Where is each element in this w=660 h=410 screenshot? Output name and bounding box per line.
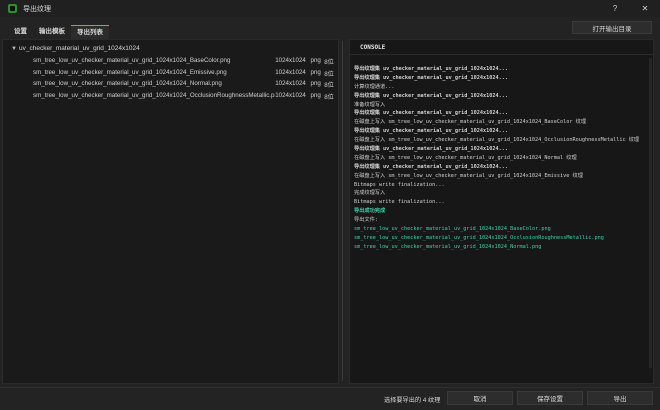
- console-line: 在磁盘上写入 sm_tree_low_uv_checker_material_u…: [354, 154, 577, 161]
- console-panel: CONSOLE 导出纹理集 uv_checker_material_uv_gri…: [349, 39, 654, 384]
- window-title: 导出纹理: [23, 5, 51, 13]
- panel-splitter-handle[interactable]: [341, 41, 346, 381]
- console-line: sm_tree_low_uv_checker_material_uv_grid_…: [354, 234, 604, 241]
- chevron-down-icon[interactable]: ▼: [11, 46, 19, 52]
- file-name: sm_tree_low_uv_checker_material_uv_grid_…: [33, 57, 231, 64]
- tab-settings[interactable]: 设置: [8, 25, 33, 39]
- file-row[interactable]: sm_tree_low_uv_checker_material_uv_grid_…: [33, 80, 336, 89]
- file-row[interactable]: sm_tree_low_uv_checker_material_uv_grid_…: [33, 69, 336, 78]
- dialog-body: 设置 输出模板 导出列表 打开输出目录 ▼ uv_checker_materia…: [0, 17, 660, 410]
- file-format: png: [310, 69, 321, 76]
- file-bit-depth: 8位: [324, 59, 334, 66]
- console-line: 导出成功完成: [354, 208, 386, 215]
- texture-set-label: uv_checker_material_uv_grid_1024x1024: [19, 45, 140, 52]
- window-controls: ? ✕: [600, 0, 660, 17]
- console-line: 在磁盘上写入 sm_tree_low_uv_checker_material_u…: [354, 172, 583, 179]
- file-name: sm_tree_low_uv_checker_material_uv_grid_…: [33, 80, 222, 87]
- console-line: 导出纹理集 uv_checker_material_uv_grid_1024x1…: [354, 163, 508, 170]
- console-line: sm_tree_low_uv_checker_material_uv_grid_…: [354, 243, 542, 250]
- title-bar: 导出纹理 ? ✕: [0, 0, 660, 17]
- tab-output-template[interactable]: 输出模板: [33, 25, 71, 39]
- console-log: 导出纹理集 uv_checker_material_uv_grid_1024x1…: [354, 65, 650, 383]
- help-button[interactable]: ?: [600, 0, 630, 17]
- file-row[interactable]: sm_tree_low_uv_checker_material_uv_grid_…: [33, 92, 336, 101]
- console-line: Bitmaps write finalization...: [354, 181, 445, 188]
- console-line: 导出纹理集 uv_checker_material_uv_grid_1024x1…: [354, 146, 508, 153]
- file-resolution: 1024x1024: [275, 92, 306, 99]
- console-line: 导出纹理集 uv_checker_material_uv_grid_1024x1…: [354, 74, 508, 81]
- selection-status: 选择要导出的 4 纹理: [384, 397, 441, 404]
- file-bit-depth: 8位: [324, 82, 334, 89]
- export-button[interactable]: 导出: [587, 391, 653, 405]
- tab-export-list[interactable]: 导出列表: [71, 25, 109, 39]
- console-title: CONSOLE: [350, 40, 653, 55]
- console-line: 计算纹理通道...: [354, 83, 395, 90]
- app-icon: [8, 4, 17, 13]
- tab-bar: 设置 输出模板 导出列表: [8, 25, 109, 39]
- file-resolution: 1024x1024: [275, 80, 306, 87]
- file-name: sm_tree_low_uv_checker_material_uv_grid_…: [33, 69, 227, 76]
- console-line: 完成纹理写入: [354, 190, 386, 197]
- console-line: 导出文件:: [354, 217, 378, 224]
- file-resolution: 1024x1024: [275, 69, 306, 76]
- console-line: 导出纹理集 uv_checker_material_uv_grid_1024x1…: [354, 128, 508, 135]
- console-line: sm_tree_low_uv_checker_material_uv_grid_…: [354, 226, 551, 233]
- close-button[interactable]: ✕: [630, 0, 660, 17]
- cancel-button[interactable]: 取消: [447, 391, 513, 405]
- save-settings-button[interactable]: 保存设置: [517, 391, 583, 405]
- texture-set-node[interactable]: ▼ uv_checker_material_uv_grid_1024x1024: [11, 45, 140, 52]
- console-line: 在磁盘上写入 sm_tree_low_uv_checker_material_u…: [354, 137, 640, 144]
- file-name: sm_tree_low_uv_checker_material_uv_grid_…: [33, 92, 276, 99]
- console-line: 导出纹理集 uv_checker_material_uv_grid_1024x1…: [354, 110, 508, 117]
- file-resolution: 1024x1024: [275, 57, 306, 64]
- open-output-folder-button[interactable]: 打开输出目录: [572, 21, 652, 34]
- footer-bar: 选择要导出的 4 纹理 取消 保存设置 导出: [0, 387, 660, 410]
- file-row[interactable]: sm_tree_low_uv_checker_material_uv_grid_…: [33, 57, 336, 66]
- file-bit-depth: 8位: [324, 71, 334, 78]
- file-format: png: [310, 57, 321, 64]
- export-list-panel: ▼ uv_checker_material_uv_grid_1024x1024 …: [2, 39, 339, 384]
- console-line: 导出纹理集 uv_checker_material_uv_grid_1024x1…: [354, 66, 508, 72]
- console-line: 准备纹理写入: [354, 101, 386, 108]
- console-scrollbar[interactable]: [649, 58, 652, 368]
- file-format: png: [310, 92, 321, 99]
- console-line: 在磁盘上写入 sm_tree_low_uv_checker_material_u…: [354, 119, 587, 126]
- file-format: png: [310, 80, 321, 87]
- console-line: 导出纹理集 uv_checker_material_uv_grid_1024x1…: [354, 92, 508, 99]
- file-bit-depth: 8位: [324, 94, 334, 101]
- console-line: Bitmaps write finalization...: [354, 199, 445, 206]
